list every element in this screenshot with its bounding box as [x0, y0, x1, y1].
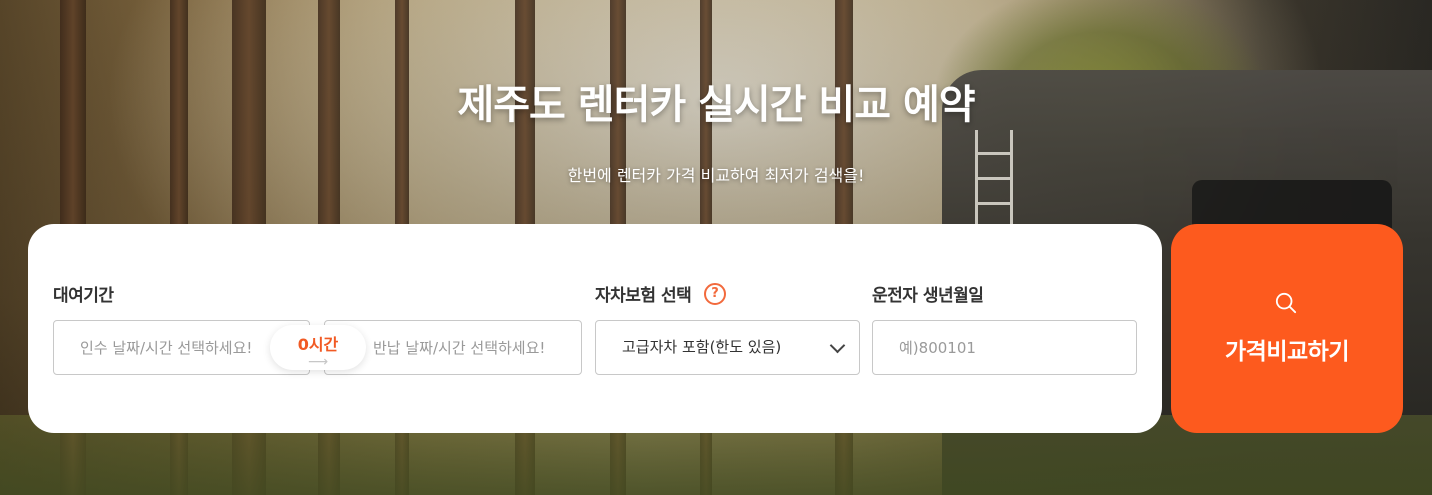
- insurance-label: 자차보험 선택: [595, 286, 692, 306]
- search-panel: 대여기간 0시간 ⟶ 자차보험 선택 ? 고급자차 포함(한도 있음) 운전자 …: [28, 224, 1162, 433]
- compare-price-button[interactable]: 가격비교하기: [1171, 224, 1403, 433]
- rental-duration-text: 0시간: [297, 335, 339, 354]
- insurance-selected-value: 고급자차 포함(한도 있음): [622, 338, 782, 356]
- birth-date-label: 운전자 생년월일: [872, 286, 984, 306]
- page-subtitle: 한번에 렌터카 가격 비교하여 최저가 검색을!: [567, 166, 865, 185]
- insurance-select[interactable]: 고급자차 포함(한도 있음): [595, 320, 860, 375]
- search-icon: [1275, 292, 1297, 314]
- chevron-down-icon: [829, 337, 846, 354]
- arrow-right-icon: ⟶: [307, 354, 329, 370]
- help-icon[interactable]: ?: [704, 283, 726, 305]
- rental-period-label: 대여기간: [53, 286, 114, 306]
- compare-button-label: 가격비교하기: [1225, 339, 1349, 365]
- birth-date-input[interactable]: [872, 320, 1137, 375]
- page-title: 제주도 렌터카 실시간 비교 예약: [457, 82, 975, 128]
- rental-duration-badge: 0시간 ⟶: [270, 325, 366, 370]
